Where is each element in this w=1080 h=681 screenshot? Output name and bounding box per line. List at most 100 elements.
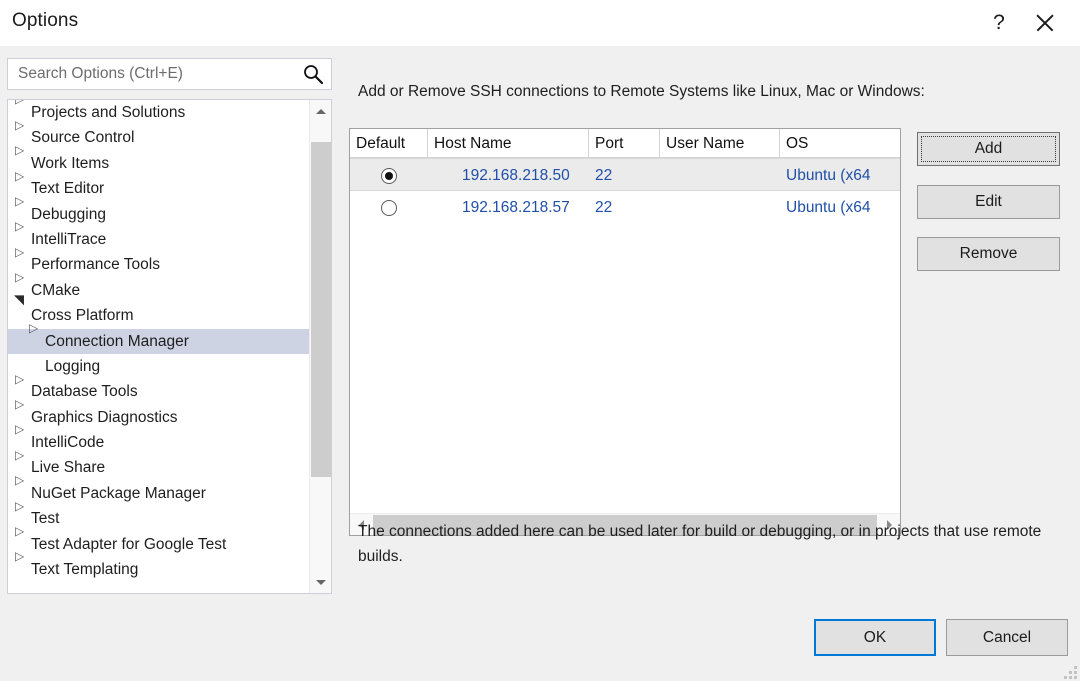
- tree-item-label: Text Templating: [31, 561, 138, 578]
- remove-button[interactable]: Remove: [917, 237, 1060, 271]
- chevron-down-icon: [316, 580, 326, 585]
- grid-cell-host-name: 192.168.218.50: [428, 159, 589, 192]
- tree-vertical-scrollbar[interactable]: [309, 100, 331, 593]
- remove-button-label: Remove: [960, 245, 1018, 263]
- tree-item-source-control[interactable]: Source Control: [8, 125, 308, 150]
- tree-item-graphics-diagnostics[interactable]: Graphics Diagnostics: [8, 405, 308, 430]
- dialog-body: Projects and Solutions Source Control Work…: [0, 46, 1080, 681]
- ok-button-label: OK: [864, 629, 886, 647]
- triangle-collapsed-icon: [16, 513, 24, 524]
- options-tree-panel[interactable]: Projects and Solutions Source Control Work…: [7, 99, 332, 594]
- triangle-collapsed-icon: [16, 386, 24, 397]
- grid-cell-port: 22: [589, 159, 660, 192]
- tree-item-test[interactable]: Test: [8, 506, 308, 531]
- tree-item-nuget-package-manager[interactable]: NuGet Package Manager: [8, 481, 308, 506]
- grid-column-header-host-name[interactable]: Host Name: [428, 129, 589, 158]
- tree-item-text-editor[interactable]: Text Editor: [8, 176, 308, 201]
- grid-column-header-os[interactable]: OS: [780, 129, 901, 158]
- grid-cell-os: Ubuntu (x64: [780, 159, 901, 192]
- connections-grid[interactable]: DefaultHost NamePortUser NameOS 192.168.…: [349, 128, 901, 536]
- triangle-collapsed-icon: [16, 563, 24, 574]
- grid-column-header-user-name[interactable]: User Name: [660, 129, 780, 158]
- radio-unchecked-icon[interactable]: [381, 200, 397, 216]
- scroll-up-button[interactable]: [310, 100, 331, 122]
- title-bar: Options ?: [0, 0, 1080, 46]
- grid-cell-host-name: 192.168.218.57: [428, 191, 589, 224]
- tree-item-live-share[interactable]: Live Share: [8, 455, 308, 480]
- tree-item-cross-platform[interactable]: Cross Platform: [8, 303, 308, 328]
- tree-item-label: Live Share: [31, 460, 105, 477]
- tree-item-connection-manager[interactable]: Connection Manager: [8, 329, 313, 354]
- triangle-collapsed-icon: [16, 157, 24, 168]
- tree-item-label: Source Control: [31, 130, 134, 147]
- close-button[interactable]: [1022, 0, 1068, 46]
- tree-item-label: Logging: [45, 358, 100, 375]
- scroll-down-button[interactable]: [310, 571, 331, 593]
- tree-item-performance-tools[interactable]: Performance Tools: [8, 252, 308, 277]
- add-button-label: Add: [975, 140, 1003, 158]
- chevron-right-icon[interactable]: [30, 329, 45, 354]
- default-radio-cell[interactable]: [350, 159, 428, 192]
- search-input[interactable]: [16, 59, 296, 89]
- tree-item-test-adapter-for-google-test[interactable]: Test Adapter for Google Test: [8, 532, 308, 557]
- tree-item-label: Test Adapter for Google Test: [31, 536, 226, 553]
- search-icon: [302, 63, 324, 85]
- question-mark-icon: ?: [993, 11, 1005, 35]
- window-title: Options: [12, 10, 78, 32]
- tree-item-label: Test: [31, 510, 59, 527]
- grid-cell-user-name: [660, 191, 780, 224]
- grid-cell-os: Ubuntu (x64: [780, 191, 901, 224]
- grid-column-header-port[interactable]: Port: [589, 129, 660, 158]
- resize-grip[interactable]: [1063, 665, 1077, 679]
- close-icon: [1034, 12, 1056, 34]
- grid-header-row: DefaultHost NamePortUser NameOS: [350, 129, 900, 158]
- tree-item-work-items[interactable]: Work Items: [8, 151, 308, 176]
- tree-item-logging[interactable]: Logging: [8, 354, 308, 379]
- cancel-button-label: Cancel: [983, 629, 1031, 647]
- tree-item-intellicode[interactable]: IntelliCode: [8, 430, 308, 455]
- tree-item-label: NuGet Package Manager: [31, 485, 206, 502]
- tree-item-projects-and-solutions[interactable]: Projects and Solutions: [8, 100, 308, 125]
- triangle-collapsed-icon: [16, 538, 24, 549]
- edit-button-label: Edit: [975, 193, 1002, 211]
- edit-button[interactable]: Edit: [917, 185, 1060, 219]
- grid-row[interactable]: 192.168.218.5022 Ubuntu (x64: [350, 158, 900, 191]
- tree-scrollbar-thumb[interactable]: [311, 142, 331, 477]
- tree-item-label: Connection Manager: [45, 333, 189, 350]
- options-tree-list: Projects and Solutions Source Control Work…: [8, 100, 308, 582]
- grid-body: 192.168.218.5022Ubuntu (x64192.168.218.5…: [350, 158, 900, 224]
- tree-item-label: IntelliTrace: [31, 231, 106, 248]
- tree-item-label: Text Editor: [31, 180, 104, 197]
- footer-note: The connections added here can be used l…: [358, 519, 1058, 569]
- grid-cell-port: 22: [589, 191, 660, 224]
- chevron-right-icon[interactable]: [16, 557, 31, 582]
- add-button[interactable]: Add: [917, 132, 1060, 166]
- pane-description: Add or Remove SSH connections to Remote …: [358, 83, 925, 101]
- tree-item-intellitrace[interactable]: IntelliTrace: [8, 227, 308, 252]
- radio-checked-icon[interactable]: [381, 168, 397, 184]
- tree-item-text-templating[interactable]: Text Templating: [8, 557, 308, 582]
- grid-cell-user-name: [660, 159, 780, 192]
- triangle-collapsed-icon: [16, 233, 24, 244]
- search-box[interactable]: [7, 58, 332, 90]
- ok-button[interactable]: OK: [814, 619, 936, 656]
- tree-item-label: Cross Platform: [31, 307, 134, 324]
- grid-row[interactable]: 192.168.218.5722 Ubuntu (x64: [350, 191, 900, 224]
- tree-item-label: Performance Tools: [31, 257, 160, 274]
- triangle-collapsed-icon: [16, 183, 24, 194]
- grid-column-header-default[interactable]: Default: [350, 129, 428, 158]
- triangle-collapsed-icon: [16, 259, 24, 270]
- tree-item-cmake[interactable]: CMake: [8, 278, 308, 303]
- tree-item-database-tools[interactable]: Database Tools: [8, 379, 308, 404]
- triangle-collapsed-icon: [16, 208, 24, 219]
- tree-item-debugging[interactable]: Debugging: [8, 202, 308, 227]
- triangle-collapsed-icon: [16, 106, 24, 117]
- tree-item-label: Projects and Solutions: [31, 104, 185, 121]
- tree-item-label: Database Tools: [31, 384, 138, 401]
- tree-item-label: Debugging: [31, 206, 106, 223]
- default-radio-cell[interactable]: [350, 191, 428, 224]
- triangle-collapsed-icon: [16, 436, 24, 447]
- chevron-up-icon: [316, 109, 326, 114]
- help-button[interactable]: ?: [976, 0, 1022, 46]
- cancel-button[interactable]: Cancel: [946, 619, 1068, 656]
